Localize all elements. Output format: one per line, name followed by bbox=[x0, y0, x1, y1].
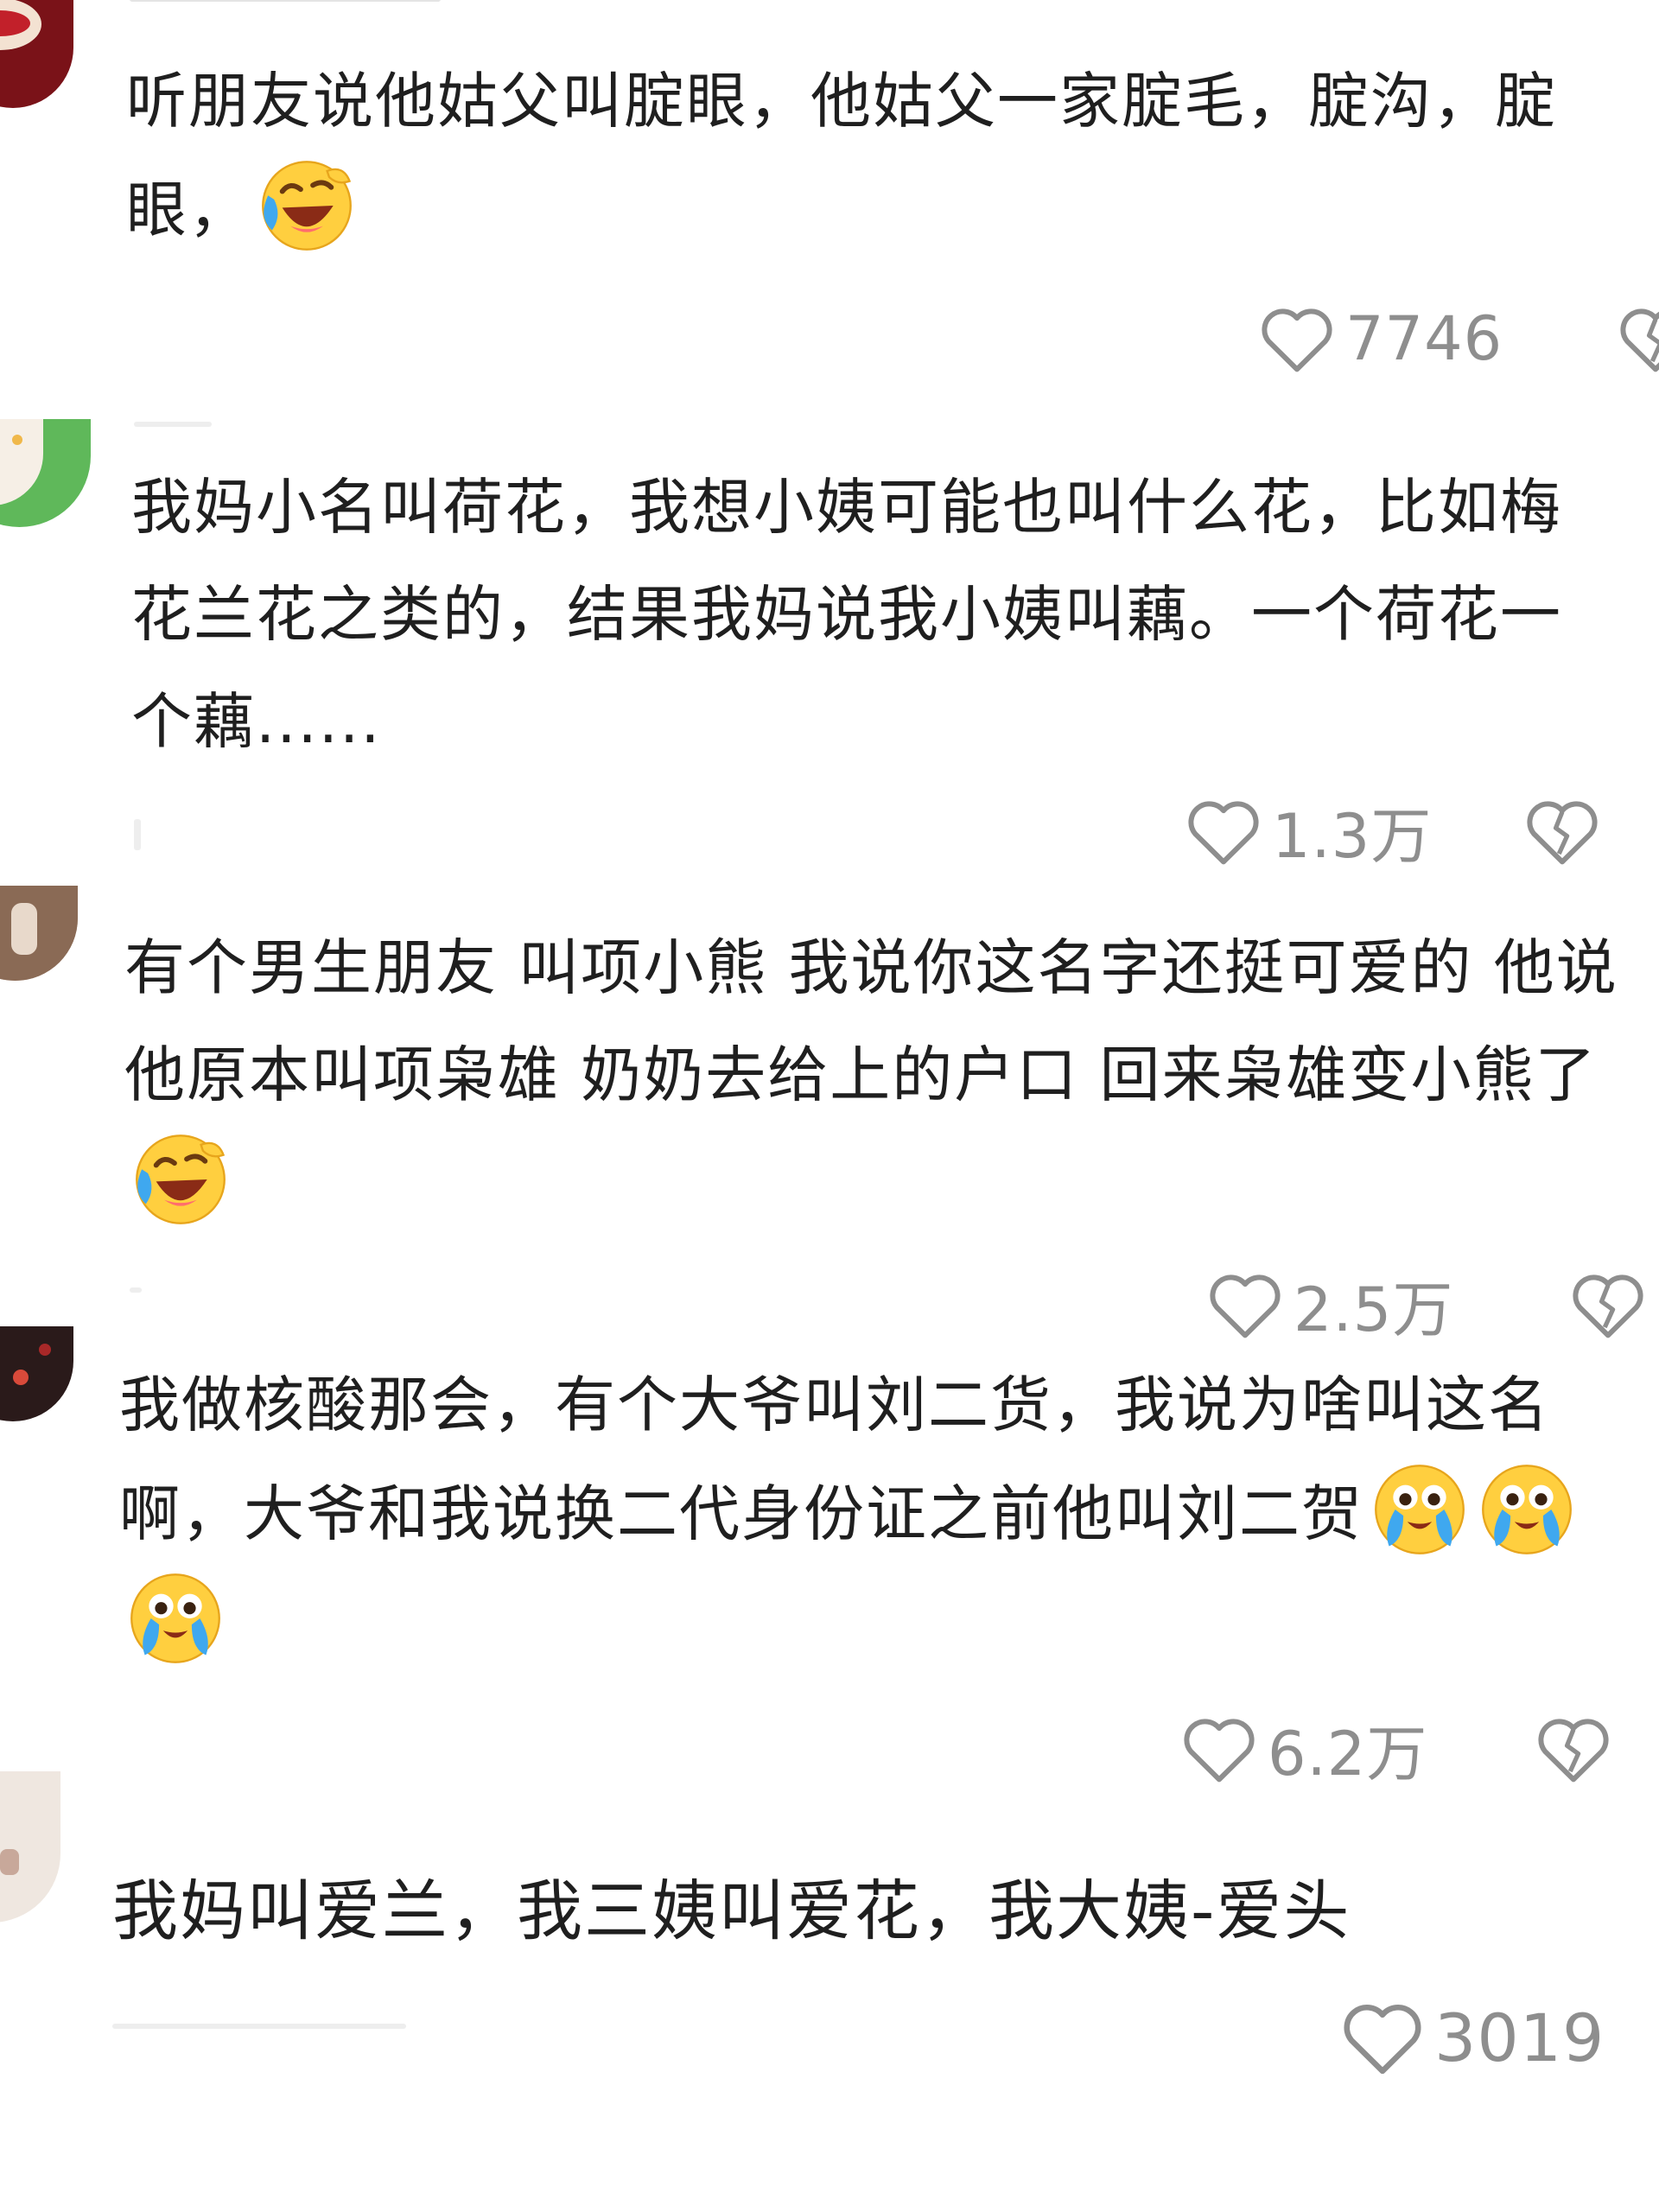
avatar[interactable] bbox=[0, 419, 91, 527]
timestamp-placeholder bbox=[130, 1287, 142, 1293]
crying-emoji bbox=[1476, 1459, 1578, 1560]
comment-text: 有个男生朋友 叫项小熊 我说你这名字还挺可爱的 他说他原本叫项枭雄 奶奶去给上的… bbox=[124, 914, 1645, 1237]
dislike-button[interactable] bbox=[1522, 788, 1602, 874]
comment-body: 我做核酸那会，有个大爷叫刘二货，我说为啥叫这名啊，大爷和我说换二代身份证之前他叫… bbox=[119, 1370, 1550, 1549]
avatar[interactable] bbox=[0, 1326, 73, 1421]
comment-text: 我妈小名叫荷花，我想小姨可能也叫什么花，比如梅花兰花之类的，结果我妈说我小姨叫藕… bbox=[131, 454, 1618, 775]
like-count: 7746 bbox=[1345, 303, 1503, 374]
broken-heart-icon bbox=[1527, 801, 1598, 865]
crying-emoji bbox=[1369, 1459, 1471, 1560]
like-button[interactable]: 3019 bbox=[1339, 1994, 1605, 2081]
comment-text: 我做核酸那会，有个大爷叫刘二货，我说为啥叫这名啊，大爷和我说换二代身份证之前他叫… bbox=[119, 1351, 1640, 1676]
dislike-button[interactable] bbox=[1616, 296, 1659, 382]
comment-item: 我妈叫爱兰，我三姨叫爱花，我大姨-爱头 3019 bbox=[0, 1771, 1659, 2212]
comment-body: 有个男生朋友 叫项小熊 我说你这名字还挺可爱的 他说他原本叫项枭雄 奶奶去给上的… bbox=[124, 932, 1618, 1110]
avatar[interactable] bbox=[0, 1771, 60, 1923]
like-button[interactable]: 1.3万 bbox=[1184, 788, 1432, 874]
like-button[interactable]: 7746 bbox=[1257, 296, 1503, 382]
avatar[interactable] bbox=[0, 0, 73, 108]
username-placeholder bbox=[130, 0, 441, 2]
comment-item: 听朋友说他姑父叫腚眼，他姑父一家腚毛，腚沟，腚眼， 7746 bbox=[0, 0, 1659, 406]
comment-text: 听朋友说他姑父叫腚眼，他姑父一家腚毛，腚沟，腚眼， bbox=[126, 48, 1647, 264]
comment-body: 我妈小名叫荷花，我想小姨可能也叫什么花，比如梅花兰花之类的，结果我妈说我小姨叫藕… bbox=[131, 472, 1562, 757]
comment-item: 我妈小名叫荷花，我想小姨可能也叫什么花，比如梅花兰花之类的，结果我妈说我小姨叫藕… bbox=[0, 406, 1659, 873]
comment-item: 有个男生朋友 叫项小熊 我说你这名字还挺可爱的 他说他原本叫项枭雄 奶奶去给上的… bbox=[0, 873, 1659, 1345]
like-count: 3019 bbox=[1434, 1999, 1605, 2076]
heart-icon bbox=[1344, 2005, 1421, 2075]
broken-heart-icon bbox=[1620, 308, 1659, 372]
timestamp-placeholder bbox=[134, 819, 141, 850]
comment-text: 我妈叫爱兰，我三姨叫爱花，我大姨-爱头 bbox=[112, 1858, 1650, 1965]
heart-icon bbox=[1262, 308, 1332, 372]
laugh-cry-emoji bbox=[256, 155, 358, 257]
timestamp-placeholder bbox=[112, 2024, 406, 2029]
username-placeholder bbox=[134, 422, 212, 427]
crying-emoji bbox=[124, 1567, 226, 1669]
laugh-cry-emoji bbox=[130, 1128, 232, 1230]
heart-icon bbox=[1188, 801, 1259, 865]
comment-item: 我做核酸那会，有个大爷叫刘二货，我说为啥叫这名啊，大爷和我说换二代身份证之前他叫… bbox=[0, 1322, 1659, 1789]
like-count: 1.3万 bbox=[1272, 800, 1433, 872]
comment-body: 我妈叫爱兰，我三姨叫爱花，我大姨-爱头 bbox=[112, 1872, 1351, 1949]
avatar[interactable] bbox=[0, 886, 78, 981]
